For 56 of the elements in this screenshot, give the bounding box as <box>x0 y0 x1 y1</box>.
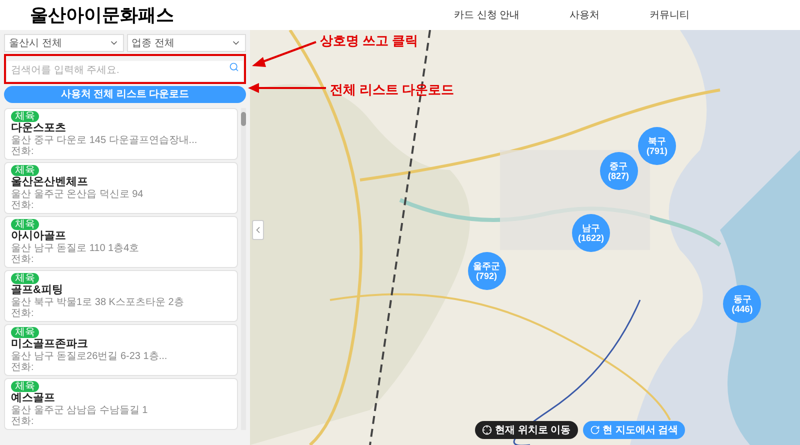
cluster-count: (1622) <box>578 233 604 244</box>
search-icon[interactable] <box>229 62 239 72</box>
category-tag: 체육 <box>11 165 39 176</box>
place-address: 울산 남구 돋질로 110 1층4호 <box>11 243 140 254</box>
search-field[interactable]: 검색어를 입력해 주세요. <box>7 60 243 80</box>
filter-select[interactable]: 울산시 전체 <box>4 34 124 52</box>
place-address: 울산 북구 박물1로 38 K스포츠타운 2층 <box>11 297 184 308</box>
place-phone: 전화: <box>11 254 34 265</box>
category-tag: 체육 <box>11 327 39 338</box>
place-card[interactable]: 체육 골프&피팅 울산 북구 박물1로 38 K스포츠타운 2층 전화: <box>4 270 238 322</box>
refresh-icon <box>590 425 600 435</box>
crosshair-icon <box>482 425 492 435</box>
place-card[interactable]: 체육 미소골프존파크 울산 남구 돋질로26번길 6-23 1층... 전화: <box>4 324 238 376</box>
annotation-text: 전체 리스트 다운로드 <box>330 81 454 99</box>
nav-link[interactable]: 사용처 <box>570 8 600 22</box>
cluster-name: 남구 <box>582 223 600 234</box>
place-name: 다운스포츠 <box>11 122 66 135</box>
place-card[interactable]: 체육 예스골프 울산 울주군 삼남읍 수남들길 1 전화: <box>4 378 238 430</box>
place-card[interactable]: 체육 다운스포츠 울산 중구 다운로 145 다운골프연습장내... 전화: <box>4 108 238 160</box>
category-tag: 체육 <box>11 273 39 284</box>
category-tag: 체육 <box>11 111 39 122</box>
cluster-count: (827) <box>608 171 629 182</box>
place-card[interactable]: 체육 아시아골프 울산 남구 돋질로 110 1층4호 전화: <box>4 216 238 268</box>
place-phone: 전화: <box>11 416 34 427</box>
cluster-name: 울주군 <box>473 260 500 271</box>
place-card[interactable]: 체육 울산온산벤체프 울산 울주군 온산읍 덕신로 94 전화: <box>4 162 238 214</box>
nav-link[interactable]: 카드 신청 안내 <box>454 8 520 22</box>
filter-select[interactable]: 업종 전체 <box>126 34 246 52</box>
place-phone: 전화: <box>11 146 34 157</box>
place-address: 울산 울주군 삼남읍 수남들길 1 <box>11 405 148 416</box>
place-address: 울산 울주군 온산읍 덕신로 94 <box>11 189 144 200</box>
cluster-name: 북구 <box>648 136 666 146</box>
cluster-count: (446) <box>732 304 753 314</box>
map-button[interactable]: 현재 위치로 이동 <box>475 421 578 439</box>
nav-link[interactable]: 커뮤니티 <box>650 8 690 22</box>
place-address: 울산 남구 돋질로26번길 6-23 1층... <box>11 351 168 362</box>
place-name: 울산온산벤체프 <box>11 176 88 189</box>
place-address: 울산 중구 다운로 145 다운골프연습장내... <box>11 135 198 146</box>
place-name: 미소골프존파크 <box>11 338 88 351</box>
category-tag: 체육 <box>11 219 39 230</box>
collapse-handle[interactable] <box>252 220 264 240</box>
place-phone: 전화: <box>11 200 34 211</box>
place-name: 아시아골프 <box>11 230 66 243</box>
place-phone: 전화: <box>11 308 34 319</box>
place-phone: 전화: <box>11 362 34 373</box>
annotation-text: 상호명 쓰고 클릭 <box>320 32 418 50</box>
cluster-count: (792) <box>476 270 497 281</box>
logo[interactable]: 울산아이문화패스 <box>30 2 174 28</box>
place-name: 골프&피팅 <box>11 284 63 297</box>
cluster-name: 중구 <box>610 161 628 172</box>
cluster-name: 동구 <box>733 294 752 304</box>
category-tag: 체육 <box>11 381 39 392</box>
scrollbar[interactable] <box>241 108 246 430</box>
annotation-arrow <box>252 41 316 67</box>
cluster-count: (791) <box>646 146 668 156</box>
place-name: 예스골프 <box>11 392 55 405</box>
